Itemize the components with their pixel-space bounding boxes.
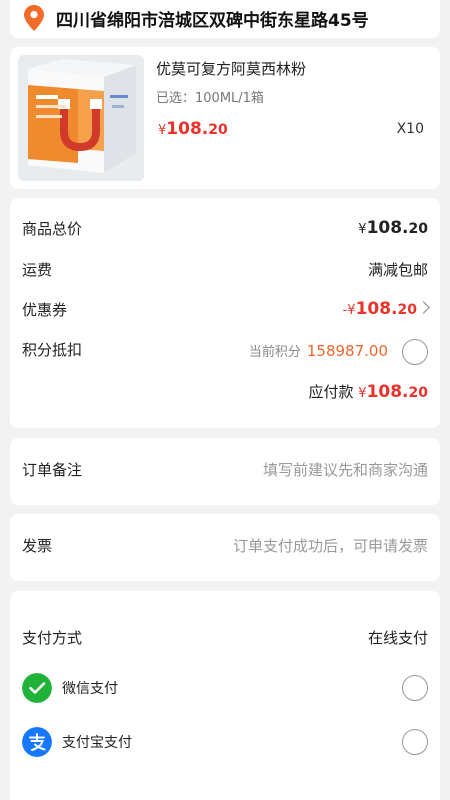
invoice-label: 发票 [22,537,53,555]
wechat-pay-option[interactable]: 微信支付 [22,672,428,704]
alipay-icon [22,727,52,757]
shipping-value: 满减包邮 [367,261,428,279]
payable-amount: 应付款 ¥108.20 [308,382,428,402]
payable-label: 应付款 [308,383,354,401]
points-info: 当前积分 158987.00 [249,341,388,360]
invoice-card[interactable]: 发票 订单支付成功后，可申请发票 [10,514,440,581]
points-radio[interactable] [402,339,428,365]
alipay-radio[interactable] [402,729,428,755]
address-card[interactable]: 四川省绵阳市涪城区双碑中街东星路45号 [10,0,440,38]
alipay-option[interactable]: 支付宝支付 [22,726,428,758]
payment-card: 支付方式 在线支付 微信支付 支付宝支付 [10,591,440,800]
product-price: ¥108.20 [158,119,228,139]
order-remark-card[interactable]: 订单备注 填写前建议先和商家沟通 [10,438,440,505]
payment-method-row: 支付方式 在线支付 [22,627,428,651]
wechat-pay-icon [22,673,52,703]
total-price-label: 商品总价 [22,220,83,238]
points-label: 积分抵扣 [22,341,83,359]
wechat-pay-label: 微信支付 [62,681,118,697]
points-value: 158987.00 [306,342,388,360]
coupon-label: 优惠券 [22,301,68,319]
product-spec: 已选：100ML/1箱 [156,91,264,106]
coupon-value[interactable]: -¥108.20 [343,299,430,319]
product-name: 优莫可复方阿莫西林粉 [156,60,307,78]
total-price-value: ¥108.20 [358,218,428,238]
coupon-row[interactable]: 优惠券 -¥108.20 [22,299,430,323]
payment-value: 在线支付 [367,629,428,647]
wechat-pay-radio[interactable] [402,675,428,701]
payment-label: 支付方式 [22,629,83,647]
remark-label: 订单备注 [22,461,83,479]
points-hint: 当前积分 [248,345,301,360]
address-text: 四川省绵阳市涪城区双碑中街东星路45号 [56,11,369,31]
shipping-row: 运费 满减包邮 [22,259,428,283]
alipay-label: 支付宝支付 [62,735,132,751]
payable-row: 应付款 ¥108.20 [22,381,428,405]
chevron-right-icon [417,301,430,314]
shipping-label: 运费 [22,261,53,279]
remark-input[interactable]: 填写前建议先和商家沟通 [263,459,428,480]
location-pin-icon [24,5,44,31]
order-summary-card: 商品总价 ¥108.20 运费 满减包邮 优惠券 -¥108.20 积分抵扣 当… [10,198,440,428]
product-card[interactable]: 优莫可复方阿莫西林粉 已选：100ML/1箱 ¥108.20 X10 [10,47,440,189]
invoice-hint: 订单支付成功后，可申请发票 [232,537,428,555]
total-price-row: 商品总价 ¥108.20 [22,218,428,242]
product-quantity: X10 [396,121,424,137]
product-image [18,55,144,181]
points-row: 积分抵扣 当前积分 158987.00 [22,339,428,367]
